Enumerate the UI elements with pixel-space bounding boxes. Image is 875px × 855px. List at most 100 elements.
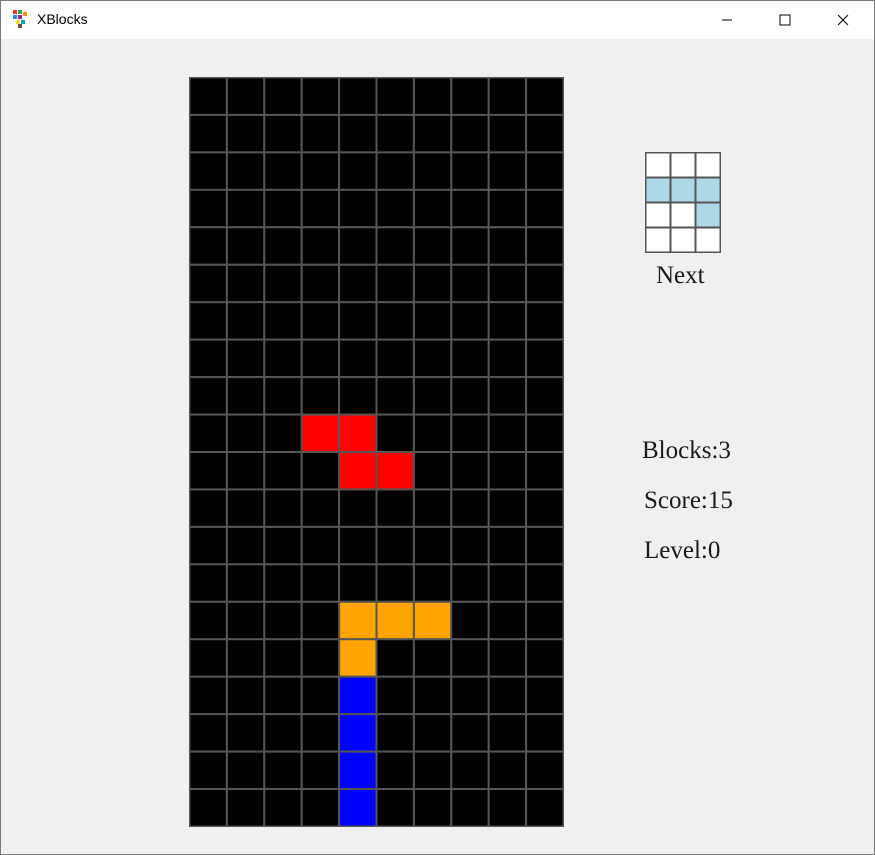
board-cell-empty (225, 226, 266, 266)
blocks-count: Blocks:3 (642, 437, 731, 464)
board-cell-empty (487, 413, 528, 453)
board-cell-empty (487, 263, 528, 304)
board-cell-empty (375, 151, 415, 191)
board-cell-empty (375, 638, 415, 678)
board-cell-empty (412, 77, 453, 116)
board-cell-empty (412, 525, 453, 566)
maximize-button[interactable] (756, 1, 814, 39)
board-cell-empty (225, 638, 266, 678)
board-cell-empty (375, 263, 415, 304)
close-button[interactable] (814, 1, 872, 39)
board-cell-empty (412, 488, 453, 528)
board-cell-empty (300, 338, 341, 379)
board-cell-empty (525, 488, 564, 528)
board-cell-empty (412, 413, 453, 453)
board-cell-empty (450, 338, 490, 379)
board-cell-filled (300, 413, 341, 453)
board-cell-empty (338, 113, 378, 154)
board-cell-empty (300, 713, 341, 753)
board-cell-empty (525, 226, 564, 266)
board-cell-empty (487, 525, 528, 566)
title-bar[interactable]: XBlocks (1, 1, 874, 39)
board-cell-empty (450, 263, 490, 304)
board-cell-empty (375, 525, 415, 566)
board-cell-empty (300, 525, 341, 566)
board-cell-empty (189, 713, 228, 753)
board-cell-empty (525, 77, 564, 116)
board-cell-empty (375, 226, 415, 266)
board-cell-empty (189, 525, 228, 566)
board-cell-empty (450, 188, 490, 229)
board-cell-empty (263, 301, 303, 341)
board-cell-empty (338, 301, 378, 341)
board-cell-filled (338, 788, 378, 827)
board-cell-empty (450, 525, 490, 566)
board-cell-empty (300, 77, 341, 116)
close-icon (837, 14, 849, 26)
next-piece-grid (645, 152, 721, 253)
board-cell-empty (487, 113, 528, 154)
board-cell-empty (487, 600, 528, 641)
board-cell-empty (487, 638, 528, 678)
board-cell-filled (338, 713, 378, 753)
board-cell-empty (189, 113, 228, 154)
board-cell-empty (525, 188, 564, 229)
window-title: XBlocks (37, 11, 88, 27)
board-cell-empty (450, 675, 490, 716)
next-cell-empty (694, 152, 721, 179)
next-cell-empty (694, 226, 721, 253)
board-cell-empty (338, 525, 378, 566)
next-cell-filled (694, 201, 721, 229)
board-cell-empty (300, 675, 341, 716)
board-cell-empty (412, 788, 453, 827)
board-cell-empty (300, 151, 341, 191)
board-cell-empty (450, 376, 490, 416)
board-cell-empty (263, 488, 303, 528)
board-cell-empty (189, 151, 228, 191)
board-cell-filled (338, 675, 378, 716)
board-cell-empty (525, 713, 564, 753)
board-cell-empty (450, 750, 490, 791)
board-cell-empty (263, 151, 303, 191)
board-cell-empty (525, 750, 564, 791)
board-cell-empty (450, 713, 490, 753)
board-cell-empty (412, 675, 453, 716)
board-cell-empty (525, 151, 564, 191)
board-cell-empty (450, 301, 490, 341)
next-label: Next (656, 262, 705, 289)
board-cell-empty (450, 413, 490, 453)
board-cell-empty (375, 113, 415, 154)
board-cell-empty (338, 338, 378, 379)
board-cell-empty (450, 488, 490, 528)
board-cell-empty (189, 488, 228, 528)
board-cell-empty (525, 113, 564, 154)
board-cell-empty (338, 263, 378, 304)
board-cell-empty (263, 188, 303, 229)
board-cell-empty (487, 788, 528, 827)
xblocks-app-icon (13, 10, 27, 28)
board-cell-empty (263, 675, 303, 716)
minimize-button[interactable] (698, 1, 756, 39)
board-cell-empty (189, 188, 228, 229)
board-cell-empty (412, 451, 453, 491)
board-cell-empty (450, 451, 490, 491)
board-cell-empty (375, 788, 415, 827)
board-cell-empty (225, 338, 266, 379)
board-cell-empty (225, 413, 266, 453)
board-cell-empty (412, 301, 453, 341)
board-cell-empty (300, 113, 341, 154)
board-cell-empty (487, 376, 528, 416)
board-cell-empty (450, 600, 490, 641)
app-window: XBlocks Next Blocks:3 Score:15 Level:0 (0, 0, 875, 855)
board-cell-empty (189, 563, 228, 603)
board-cell-empty (487, 338, 528, 379)
board-cell-empty (412, 750, 453, 791)
board-cell-empty (263, 451, 303, 491)
board-cell-empty (225, 301, 266, 341)
board-cell-empty (300, 563, 341, 603)
board-cell-empty (189, 451, 228, 491)
board-cell-empty (225, 525, 266, 566)
next-cell-filled (645, 176, 672, 204)
board-cell-empty (450, 788, 490, 827)
board-cell-empty (189, 338, 228, 379)
